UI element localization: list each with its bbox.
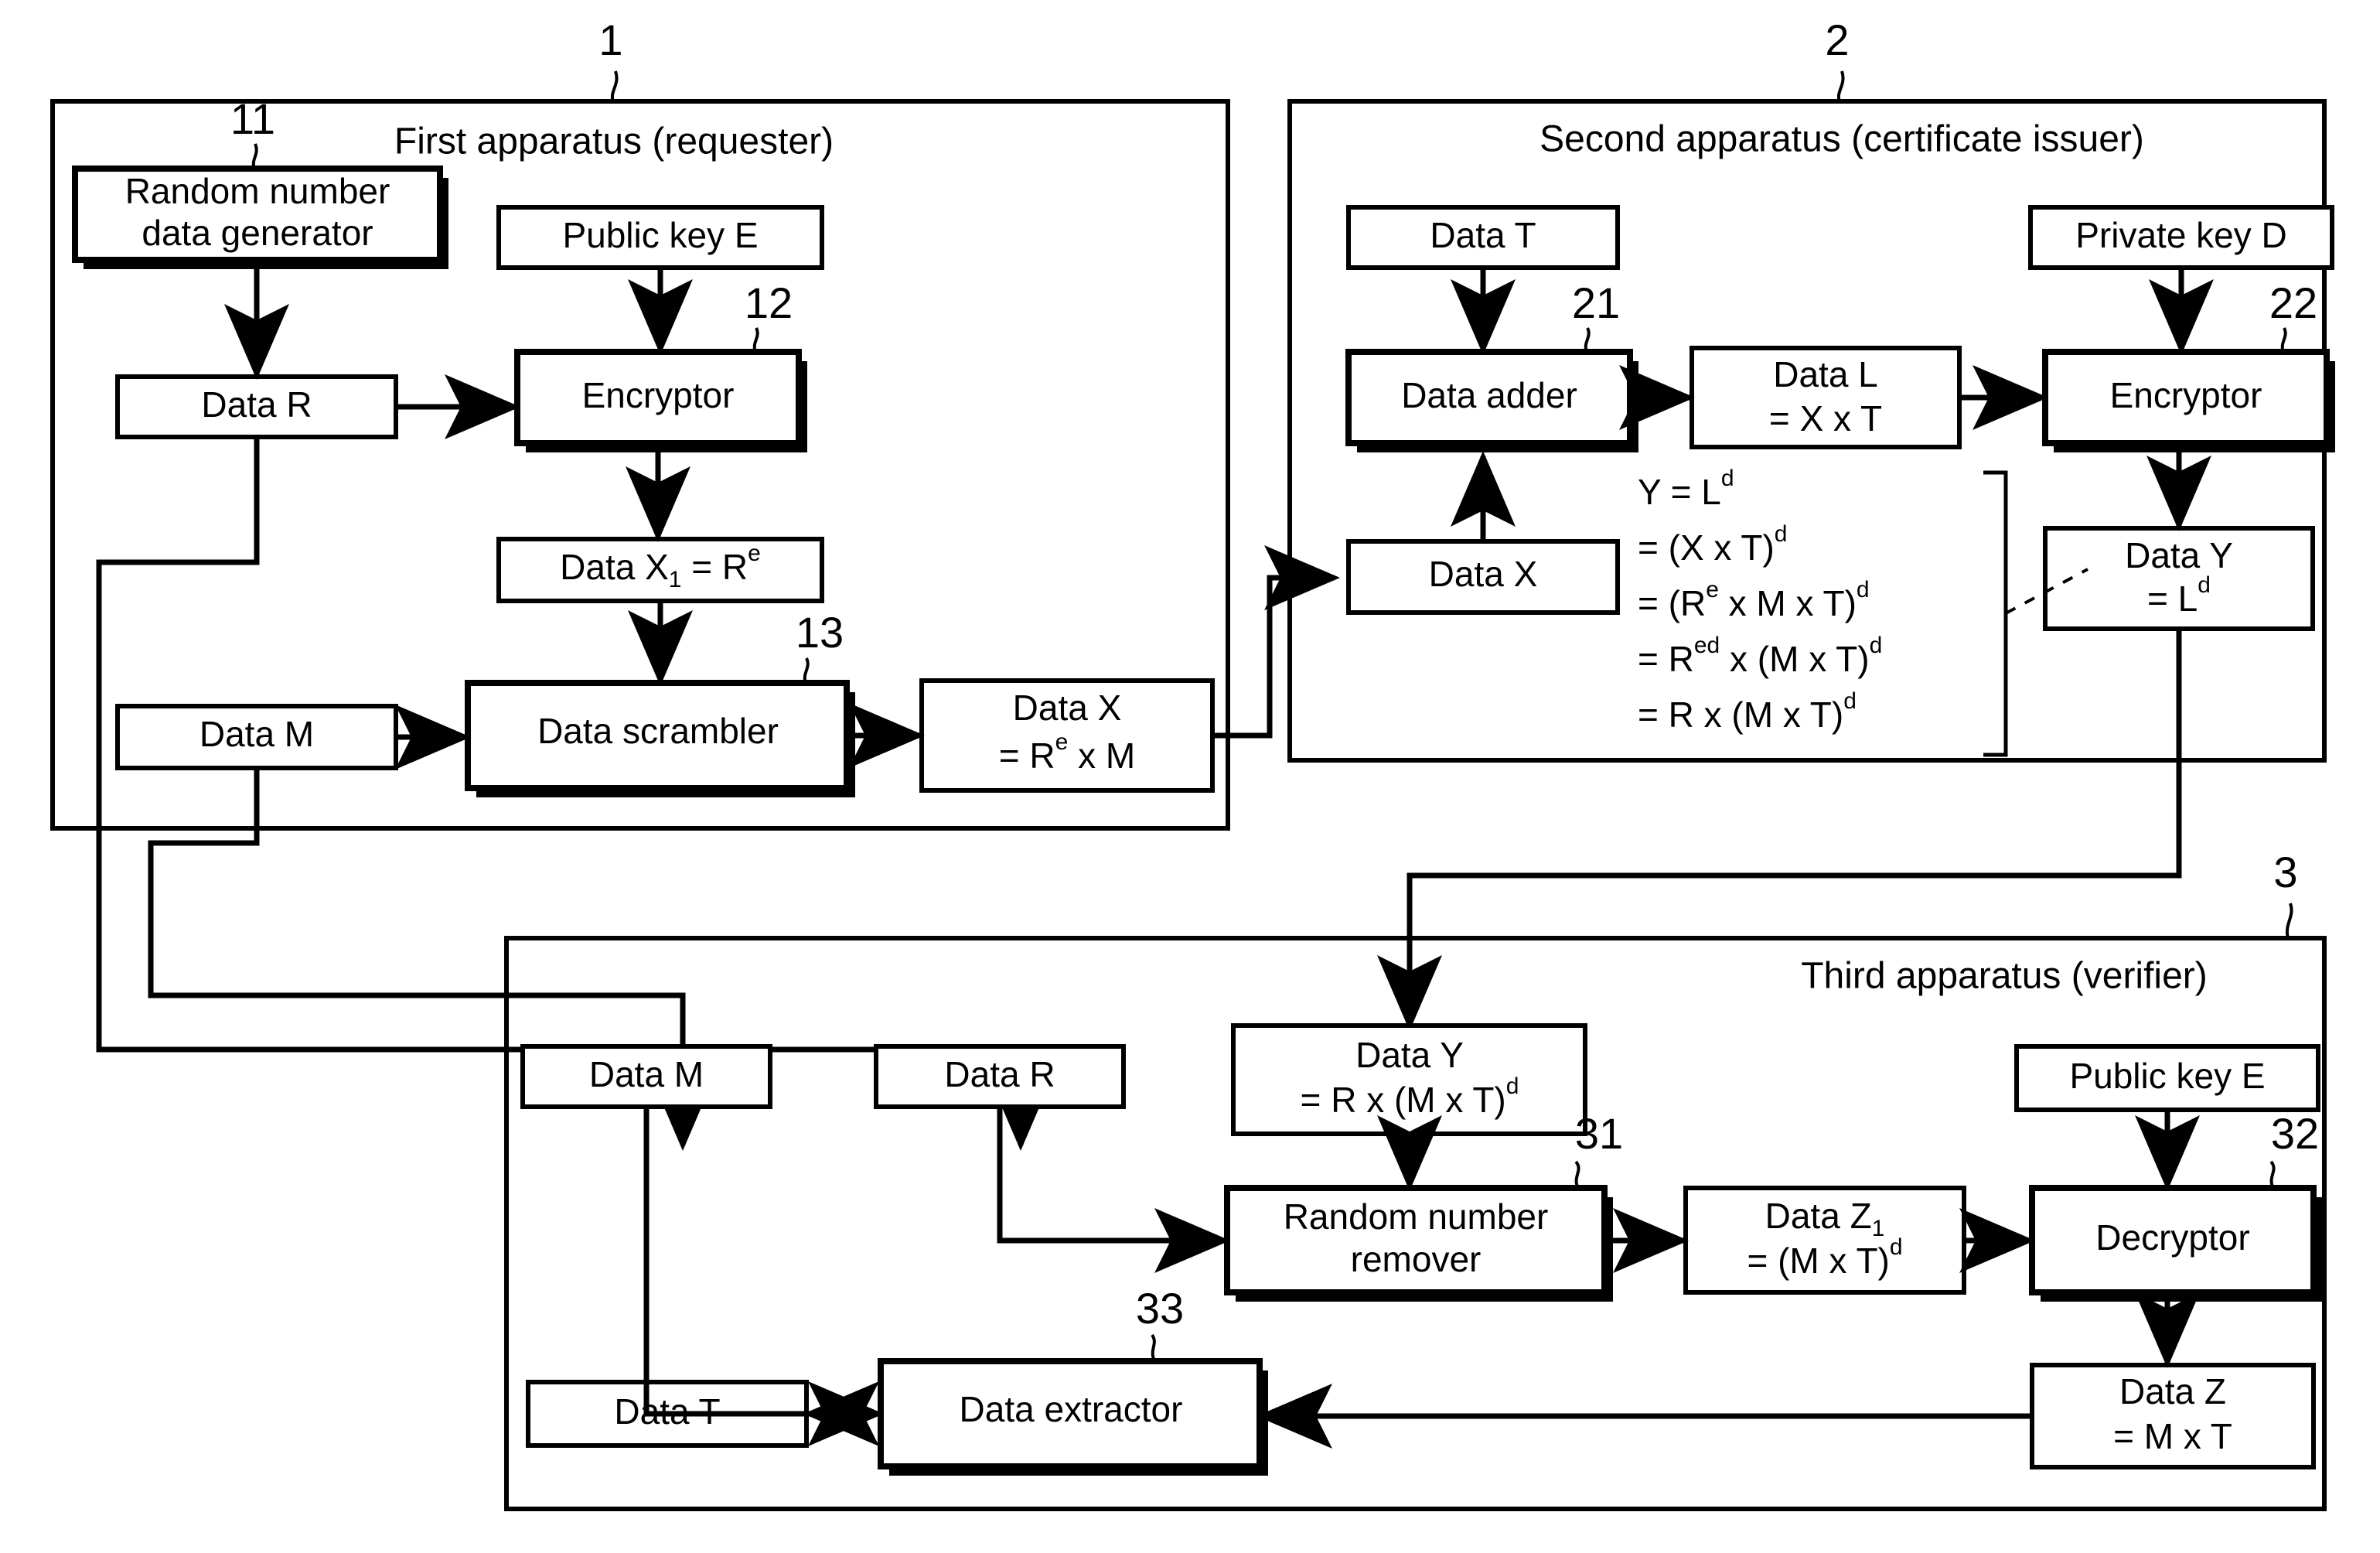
panel-ref-2: 2 (1825, 15, 1849, 64)
data-z-label-line1: Data Z (2119, 1371, 2226, 1411)
panel-title-third-apparatus: Third apparatus (verifier) (1801, 956, 2208, 997)
ref-leader-31 (1574, 1160, 1580, 1189)
ref-leader-12 (752, 327, 759, 353)
panel-title-first-apparatus: First apparatus (requester) (394, 121, 834, 162)
data-t-label-2: Data T (1430, 215, 1536, 255)
ref-leader-1 (610, 70, 619, 102)
encryptor-label-2: Encryptor (2110, 375, 2262, 415)
data-m-label-3: Data M (589, 1054, 704, 1094)
data-y-label-3-line1: Data Y (1355, 1035, 1464, 1075)
private-key-d-label: Private key D (2075, 215, 2287, 255)
rnr-label-line2: remover (1351, 1239, 1482, 1279)
ref-label-22: 22 (2269, 278, 2317, 327)
data-extractor-label: Data extractor (960, 1389, 1183, 1429)
data-l-label-line1: Data L (1773, 354, 1878, 394)
data-r-label-3: Data R (944, 1054, 1055, 1094)
data-r-label-1: Data R (201, 384, 312, 425)
data-x1-label: Data X1 = Re (560, 541, 761, 592)
ref-label-21: 21 (1572, 278, 1620, 327)
ref-label-32: 32 (2271, 1109, 2319, 1158)
public-key-e-label-3: Public key E (2069, 1056, 2265, 1096)
public-key-e-label-1: Public key E (562, 215, 758, 255)
ref-label-31: 31 (1575, 1109, 1623, 1158)
data-adder-label: Data adder (1401, 375, 1577, 415)
panel-ref-3: 3 (2273, 848, 2297, 896)
ref-leader-33 (1151, 1333, 1156, 1362)
formula-line-3: = (Re x M x T)d (1638, 577, 1870, 623)
conn-data-x-out-to-data-x-in (1212, 545, 1340, 739)
conn-data-m3-to-extractor (643, 1107, 884, 1446)
formula-line-1: Y = Ld (1638, 466, 1734, 512)
rng-label-line2: data generator (142, 213, 373, 253)
ref-leader-32 (2269, 1160, 2276, 1189)
ref-label-33: 33 (1136, 1284, 1184, 1333)
data-x-out-label-line1: Data X (1013, 688, 1122, 728)
block-diagram-svg: 1 2 3 First apparatus (requester) Second… (50, 15, 2335, 1511)
ref-leader-2 (1836, 70, 1845, 102)
data-z1-label-line1: Data Z1 (1765, 1196, 1885, 1241)
figure-canvas: 1 2 3 First apparatus (requester) Second… (0, 0, 2380, 1553)
data-scrambler-label: Data scrambler (537, 711, 779, 751)
conn-data-r3-to-rnr (997, 1107, 1230, 1273)
encryptor-label-1: Encryptor (582, 375, 735, 415)
panel-ref-1: 1 (598, 15, 622, 64)
decryptor-label: Decryptor (2095, 1217, 2249, 1258)
ref-leader-11 (251, 143, 258, 169)
data-z-label-line2: = M x T (2113, 1416, 2232, 1456)
ref-leader-21 (1584, 327, 1591, 353)
data-m-label-1: Data M (199, 714, 314, 754)
data-l-label-line2: = X x T (1769, 398, 1882, 439)
data-z1-label-line2: = (M x T)d (1747, 1234, 1902, 1281)
ref-leader-3 (2285, 903, 2293, 939)
formula-line-5: = R x (M x T)d (1638, 688, 1857, 735)
formula-line-2: = (X x T)d (1638, 521, 1787, 568)
rng-label-line1: Random number (125, 171, 390, 211)
ref-leader-13 (803, 657, 810, 684)
ref-label-11: 11 (230, 94, 275, 143)
data-x-in-label: Data X (1429, 554, 1538, 594)
ref-leader-22 (2280, 327, 2287, 353)
formula-bracket (1983, 470, 2008, 757)
data-y-label-3-line2: = R x (M x T)d (1301, 1073, 1519, 1120)
data-y-label-2-line1: Data Y (2125, 535, 2233, 575)
formula-line-4: = Red x (M x T)d (1638, 633, 1882, 679)
rnr-label-line1: Random number (1284, 1196, 1549, 1237)
panel-title-second-apparatus: Second apparatus (certificate issuer) (1539, 119, 2144, 160)
ref-label-12: 12 (745, 278, 793, 327)
ref-label-13: 13 (796, 608, 844, 657)
data-t-label-3: Data T (614, 1391, 720, 1432)
